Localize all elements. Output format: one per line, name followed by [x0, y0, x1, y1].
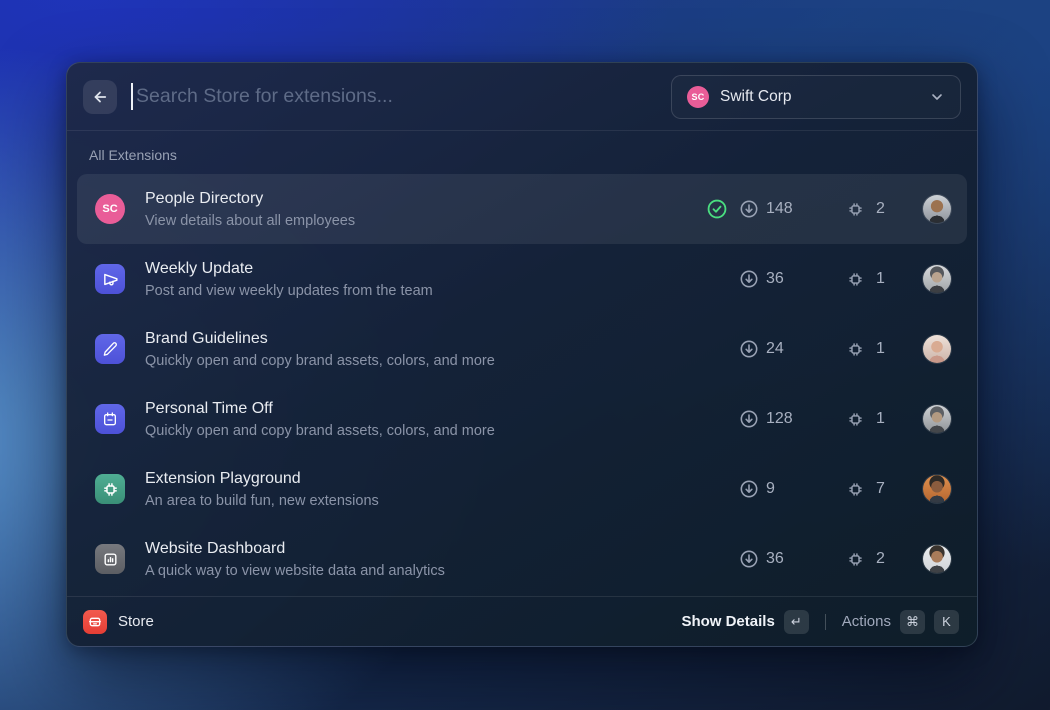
author-avatar — [923, 545, 951, 573]
extension-title: Weekly Update — [145, 260, 695, 278]
k-keycap: K — [934, 610, 959, 634]
chevron-down-icon — [929, 89, 945, 105]
show-details-label: Show Details — [681, 613, 774, 630]
download-count: 148 — [766, 200, 793, 218]
search-bar — [131, 63, 657, 130]
store-command-palette: SC Swift Corp All Extensions SC People D… — [66, 62, 978, 647]
extension-title: Website Dashboard — [145, 540, 695, 558]
download-count: 36 — [766, 550, 784, 568]
commands-count: 1 — [876, 410, 885, 428]
download-count-icon — [739, 409, 759, 429]
extension-list: All Extensions SC People Directory View … — [67, 131, 977, 596]
download-count-icon — [739, 199, 759, 219]
extension-title: Personal Time Off — [145, 400, 695, 418]
org-name: Swift Corp — [720, 88, 910, 106]
show-details-button[interactable]: Show Details ↵ — [679, 606, 810, 638]
commands-count: 2 — [876, 200, 885, 218]
download-count-icon — [739, 339, 759, 359]
search-header: SC Swift Corp — [67, 63, 977, 131]
org-avatar: SC — [687, 86, 709, 108]
commands-chip-icon — [847, 411, 864, 428]
extension-subtitle: Quickly open and copy brand assets, colo… — [145, 353, 695, 369]
commands-chip-icon — [847, 201, 864, 218]
verified-check-icon — [706, 198, 728, 220]
cmd-keycap: ⌘ — [900, 610, 925, 634]
arrow-left-icon — [91, 88, 109, 106]
commands-count: 1 — [876, 270, 885, 288]
download-count: 36 — [766, 270, 784, 288]
megaphone-icon — [95, 264, 125, 294]
author-avatar — [923, 405, 951, 433]
calendar-icon — [95, 404, 125, 434]
extension-title: People Directory — [145, 190, 695, 208]
extension-subtitle: Post and view weekly updates from the te… — [145, 283, 695, 299]
download-count: 128 — [766, 410, 793, 428]
extension-subtitle: A quick way to view website data and ana… — [145, 563, 695, 579]
extension-title: Brand Guidelines — [145, 330, 695, 348]
extension-subtitle: An area to build fun, new extensions — [145, 493, 695, 509]
footer-divider — [825, 614, 826, 630]
commands-count: 1 — [876, 340, 885, 358]
section-header: All Extensions — [77, 131, 967, 174]
download-count: 9 — [766, 480, 775, 498]
account-dropdown[interactable]: SC Swift Corp — [671, 75, 961, 119]
extension-subtitle: Quickly open and copy brand assets, colo… — [145, 423, 695, 439]
text-cursor — [131, 83, 133, 110]
bar-chart-icon — [95, 544, 125, 574]
commands-chip-icon — [847, 271, 864, 288]
commands-count: 2 — [876, 550, 885, 568]
list-item-weekly-update[interactable]: Weekly Update Post and view weekly updat… — [77, 244, 967, 314]
store-app-icon — [83, 610, 107, 634]
commands-chip-icon — [847, 341, 864, 358]
commands-chip-icon — [847, 481, 864, 498]
commands-chip-icon — [847, 551, 864, 568]
extension-title: Extension Playground — [145, 470, 695, 488]
actions-button[interactable]: Actions ⌘ K — [840, 606, 961, 638]
author-avatar — [923, 195, 951, 223]
download-count-icon — [739, 479, 759, 499]
sc-avatar: SC — [95, 194, 125, 224]
author-avatar — [923, 475, 951, 503]
author-avatar — [923, 335, 951, 363]
list-item-website-dashboard[interactable]: Website Dashboard A quick way to view we… — [77, 524, 967, 594]
action-bar: Store Show Details ↵ Actions ⌘ K — [67, 596, 977, 646]
download-count-icon — [739, 269, 759, 289]
back-button[interactable] — [83, 80, 117, 114]
list-item-personal-time-off[interactable]: Personal Time Off Quickly open and copy … — [77, 384, 967, 454]
pen-icon — [95, 334, 125, 364]
enter-keycap: ↵ — [784, 610, 809, 634]
desktop-background: { "search": { "placeholder": "Search Sto… — [0, 0, 1050, 710]
list-item-brand-guidelines[interactable]: Brand Guidelines Quickly open and copy b… — [77, 314, 967, 384]
list-item-people-directory[interactable]: SC People Directory View details about a… — [77, 174, 967, 244]
list-item-extension-playground[interactable]: Extension Playground An area to build fu… — [77, 454, 967, 524]
download-count: 24 — [766, 340, 784, 358]
author-avatar — [923, 265, 951, 293]
chip-icon — [95, 474, 125, 504]
actions-label: Actions — [842, 613, 891, 630]
search-input[interactable] — [136, 63, 657, 130]
app-name: Store — [118, 613, 154, 630]
download-count-icon — [739, 549, 759, 569]
extension-subtitle: View details about all employees — [145, 213, 695, 229]
commands-count: 7 — [876, 480, 885, 498]
